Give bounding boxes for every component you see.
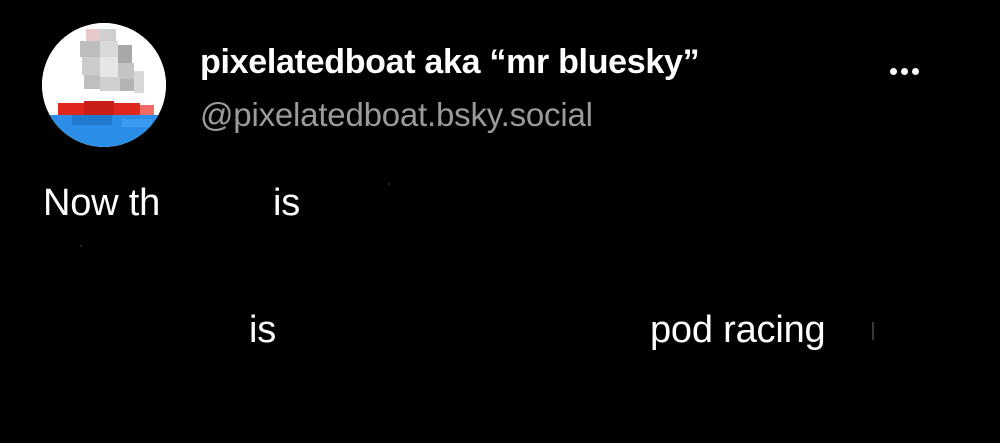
author-display-name[interactable]: pixelatedboat aka “mr bluesky” xyxy=(200,43,700,82)
artifact-speck xyxy=(388,183,390,185)
post-text-fragment: pod racing xyxy=(650,309,826,351)
author-handle[interactable]: @pixelatedboat.bsky.social xyxy=(200,96,593,134)
author-avatar[interactable] xyxy=(42,23,166,147)
post-card: pixelatedboat aka “mr bluesky” @pixelate… xyxy=(0,0,1000,443)
post-text-fragment: is xyxy=(249,309,277,351)
post-text-fragment: is xyxy=(273,182,301,224)
ellipsis-icon xyxy=(889,67,897,75)
artifact-speck xyxy=(872,322,874,340)
ellipsis-icon xyxy=(900,67,908,75)
artifact-speck xyxy=(80,245,82,247)
post-text-fragment: Now th xyxy=(43,182,161,224)
more-options-button[interactable] xyxy=(880,56,928,86)
pixel-boat-avatar-icon xyxy=(42,23,166,147)
ellipsis-icon xyxy=(911,67,919,75)
